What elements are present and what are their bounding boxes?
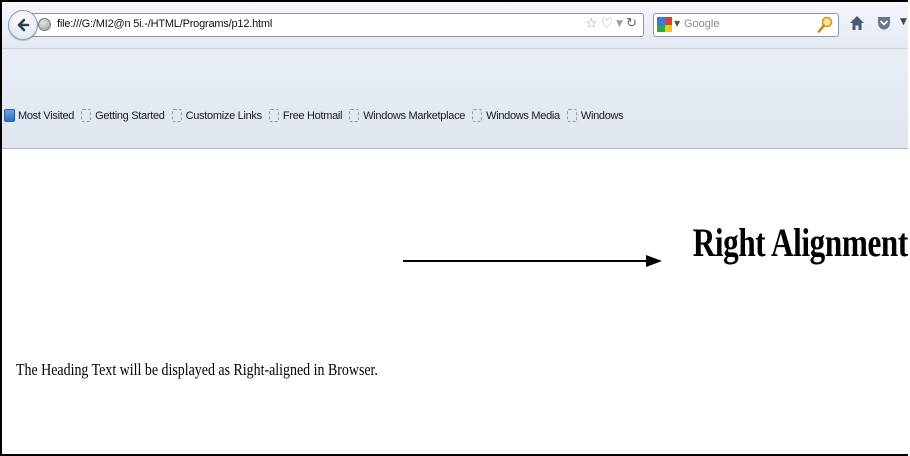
url-bar-icons: ☆ ♡ ▼ ↻ [585, 16, 637, 32]
browser-window: file:///G:/MI2@n 5i.-/HTML/Programs/p12.… [0, 0, 908, 456]
back-arrow-icon [17, 18, 30, 32]
bookmark-label: Windows Marketplace [363, 109, 466, 122]
home-icon[interactable] [848, 14, 866, 32]
search-engine-caret-icon[interactable]: ▼ [674, 19, 680, 28]
search-input[interactable]: ▼ Google [653, 13, 839, 37]
reload-icon[interactable]: ↻ [626, 16, 637, 32]
bookmark-item[interactable]: Getting Started [81, 109, 165, 122]
bookmark-label: Most Visited [18, 109, 75, 122]
bookmark-page-icon [566, 109, 577, 122]
bookmark-page-icon [81, 109, 92, 122]
bookmark-folder-icon [4, 109, 15, 122]
search-icon[interactable] [817, 16, 833, 34]
bookmark-page-icon [349, 109, 360, 122]
url-text[interactable]: file:///G:/MI2@n 5i.-/HTML/Programs/p12.… [57, 18, 272, 30]
pocket-icon[interactable] [875, 14, 893, 32]
bookmarks-list: Most Visited Getting Started Customize Lin… [4, 109, 630, 122]
bookmark-page-icon [472, 109, 483, 122]
bookmark-item[interactable]: Windows Media [472, 109, 560, 122]
navigation-toolbar: file:///G:/MI2@n 5i.-/HTML/Programs/p12.… [2, 2, 908, 49]
pocket-small-icon[interactable]: ♡ [601, 16, 614, 32]
menu-caret-icon[interactable]: ▼ [900, 17, 907, 27]
bookmark-page-icon [268, 109, 279, 122]
bookmark-star-icon[interactable]: ☆ [585, 16, 598, 32]
google-icon[interactable] [657, 17, 672, 32]
url-bar[interactable]: file:///G:/MI2@n 5i.-/HTML/Programs/p12.… [28, 13, 644, 37]
bookmark-label: Getting Started [95, 109, 165, 122]
back-button[interactable] [8, 10, 38, 40]
bookmark-item[interactable]: Windows [566, 109, 624, 122]
page-content: Right Alignment The Heading Text will be… [2, 149, 908, 454]
bookmark-item[interactable]: Windows Marketplace [349, 109, 465, 122]
dropdown-icon[interactable]: ▼ [616, 16, 623, 32]
page-heading: Right Alignment [692, 220, 908, 265]
bookmark-page-icon [171, 109, 182, 122]
bookmark-label: Customize Links [185, 109, 263, 122]
globe-icon [38, 18, 51, 31]
bookmark-item[interactable]: Most Visited [4, 109, 74, 122]
bookmark-label: Windows Media [486, 109, 560, 122]
bookmark-item[interactable]: Free Hotmail [268, 109, 343, 122]
bookmarks-toolbar: Most Visited Getting Started Customize Lin… [2, 49, 908, 149]
bookmark-label: Free Hotmail [282, 109, 343, 122]
bookmark-label: Windows [580, 109, 624, 122]
arrow-right-icon [403, 255, 662, 267]
page-paragraph: The Heading Text will be displayed as Ri… [16, 360, 378, 379]
bookmark-item[interactable]: Customize Links [171, 109, 263, 122]
search-placeholder: Google [684, 18, 720, 30]
